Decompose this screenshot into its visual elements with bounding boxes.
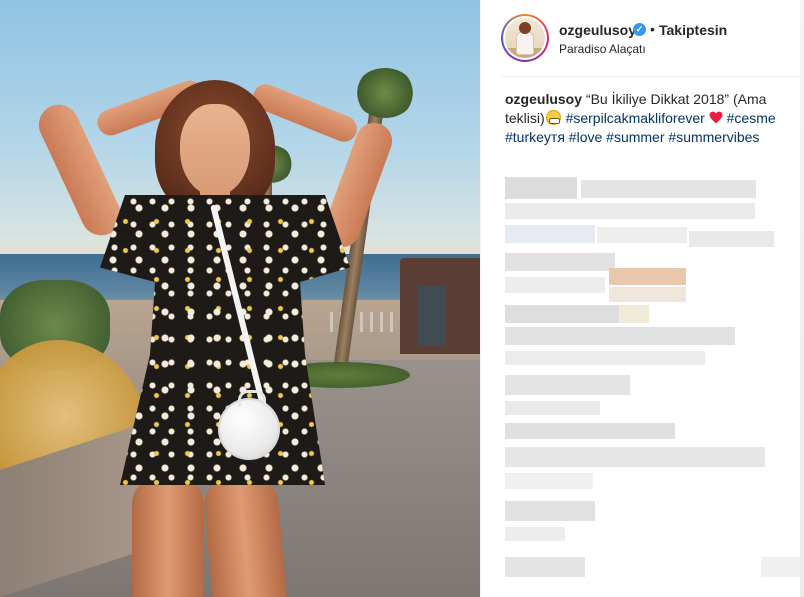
verified-badge-icon: ✓ <box>633 23 646 36</box>
location-link[interactable]: Paradiso Alaçatı <box>559 42 646 56</box>
white-crossbody-bag <box>218 390 280 460</box>
photo-building <box>400 258 480 354</box>
hashtag-link[interactable]: #turkeyтя <box>505 129 565 145</box>
pixelated-comments-area <box>501 165 804 597</box>
panel-scroll-edge[interactable] <box>800 0 804 597</box>
avatar-image <box>505 18 545 58</box>
post-photo[interactable] <box>0 0 480 597</box>
person-leg-left <box>132 475 204 597</box>
post-caption: ozgeulusoy “Bu İkiliye Dikkat 2018” (Ama… <box>505 90 797 147</box>
following-button[interactable]: Takiptesin <box>659 22 727 38</box>
person-leg-right <box>202 472 288 597</box>
header-username-link[interactable]: ozgeulusoy <box>559 22 636 38</box>
hashtag-link[interactable]: #summervibes <box>668 129 759 145</box>
hashtag-link[interactable]: #cesme <box>727 110 776 126</box>
avatar-story-ring[interactable] <box>501 14 549 62</box>
caption-username-link[interactable]: ozgeulusoy <box>505 91 582 107</box>
hashtag-link[interactable]: #summer <box>606 129 664 145</box>
hashtag-link[interactable]: #love <box>569 129 602 145</box>
photo-person <box>32 76 400 597</box>
header-divider <box>501 76 801 77</box>
red-heart-icon <box>709 111 723 124</box>
person-face <box>180 104 250 196</box>
post-header: ozgeulusoy ✓ • Takiptesin Paradiso Alaça… <box>481 0 804 74</box>
header-separator: • <box>650 21 655 37</box>
hashtag-link[interactable]: #serpilcakmakliforever <box>566 110 705 126</box>
avatar[interactable] <box>503 16 547 60</box>
post-side-panel: ozgeulusoy ✓ • Takiptesin Paradiso Alaça… <box>481 0 804 597</box>
grimacing-emoji-icon <box>545 110 561 125</box>
